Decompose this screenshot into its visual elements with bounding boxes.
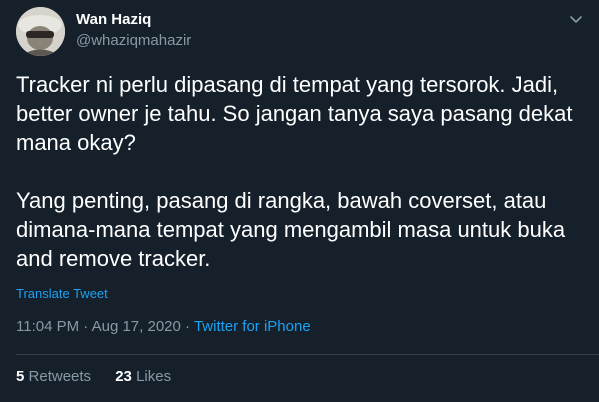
likes-label: Likes xyxy=(136,368,172,385)
tweet-date[interactable]: Aug 17, 2020 xyxy=(92,318,181,335)
tweet-time[interactable]: 11:04 PM xyxy=(16,318,79,335)
avatar[interactable] xyxy=(16,7,65,56)
author-handle[interactable]: @whaziqmahazir xyxy=(76,32,191,49)
tweet-stats: 5 Retweets 23 Likes xyxy=(16,368,191,385)
tweet-card: Wan Haziq @whaziqmahazir Tracker ni perl… xyxy=(0,0,599,402)
tweet-text: Tracker ni perlu dipasang di tempat yang… xyxy=(16,72,573,271)
meta-separator: · xyxy=(83,318,89,335)
retweets-count: 5 xyxy=(16,368,25,385)
user-avatar-icon xyxy=(16,7,65,56)
likes-stat[interactable]: 23 Likes xyxy=(115,368,171,385)
tweet-metadata: 11:04 PM · Aug 17, 2020 · Twitter for iP… xyxy=(16,318,311,335)
author-display-name[interactable]: Wan Haziq xyxy=(76,11,151,28)
retweets-stat[interactable]: 5 Retweets xyxy=(16,368,95,385)
translate-tweet-link[interactable]: Translate Tweet xyxy=(16,286,108,301)
divider xyxy=(16,354,599,355)
retweets-label: Retweets xyxy=(28,368,92,385)
chevron-down-icon xyxy=(570,16,582,23)
likes-count: 23 xyxy=(115,368,132,385)
tweet-source-link[interactable]: Twitter for iPhone xyxy=(194,318,311,335)
meta-separator: · xyxy=(185,318,191,335)
tweet-menu-button[interactable] xyxy=(566,12,586,28)
